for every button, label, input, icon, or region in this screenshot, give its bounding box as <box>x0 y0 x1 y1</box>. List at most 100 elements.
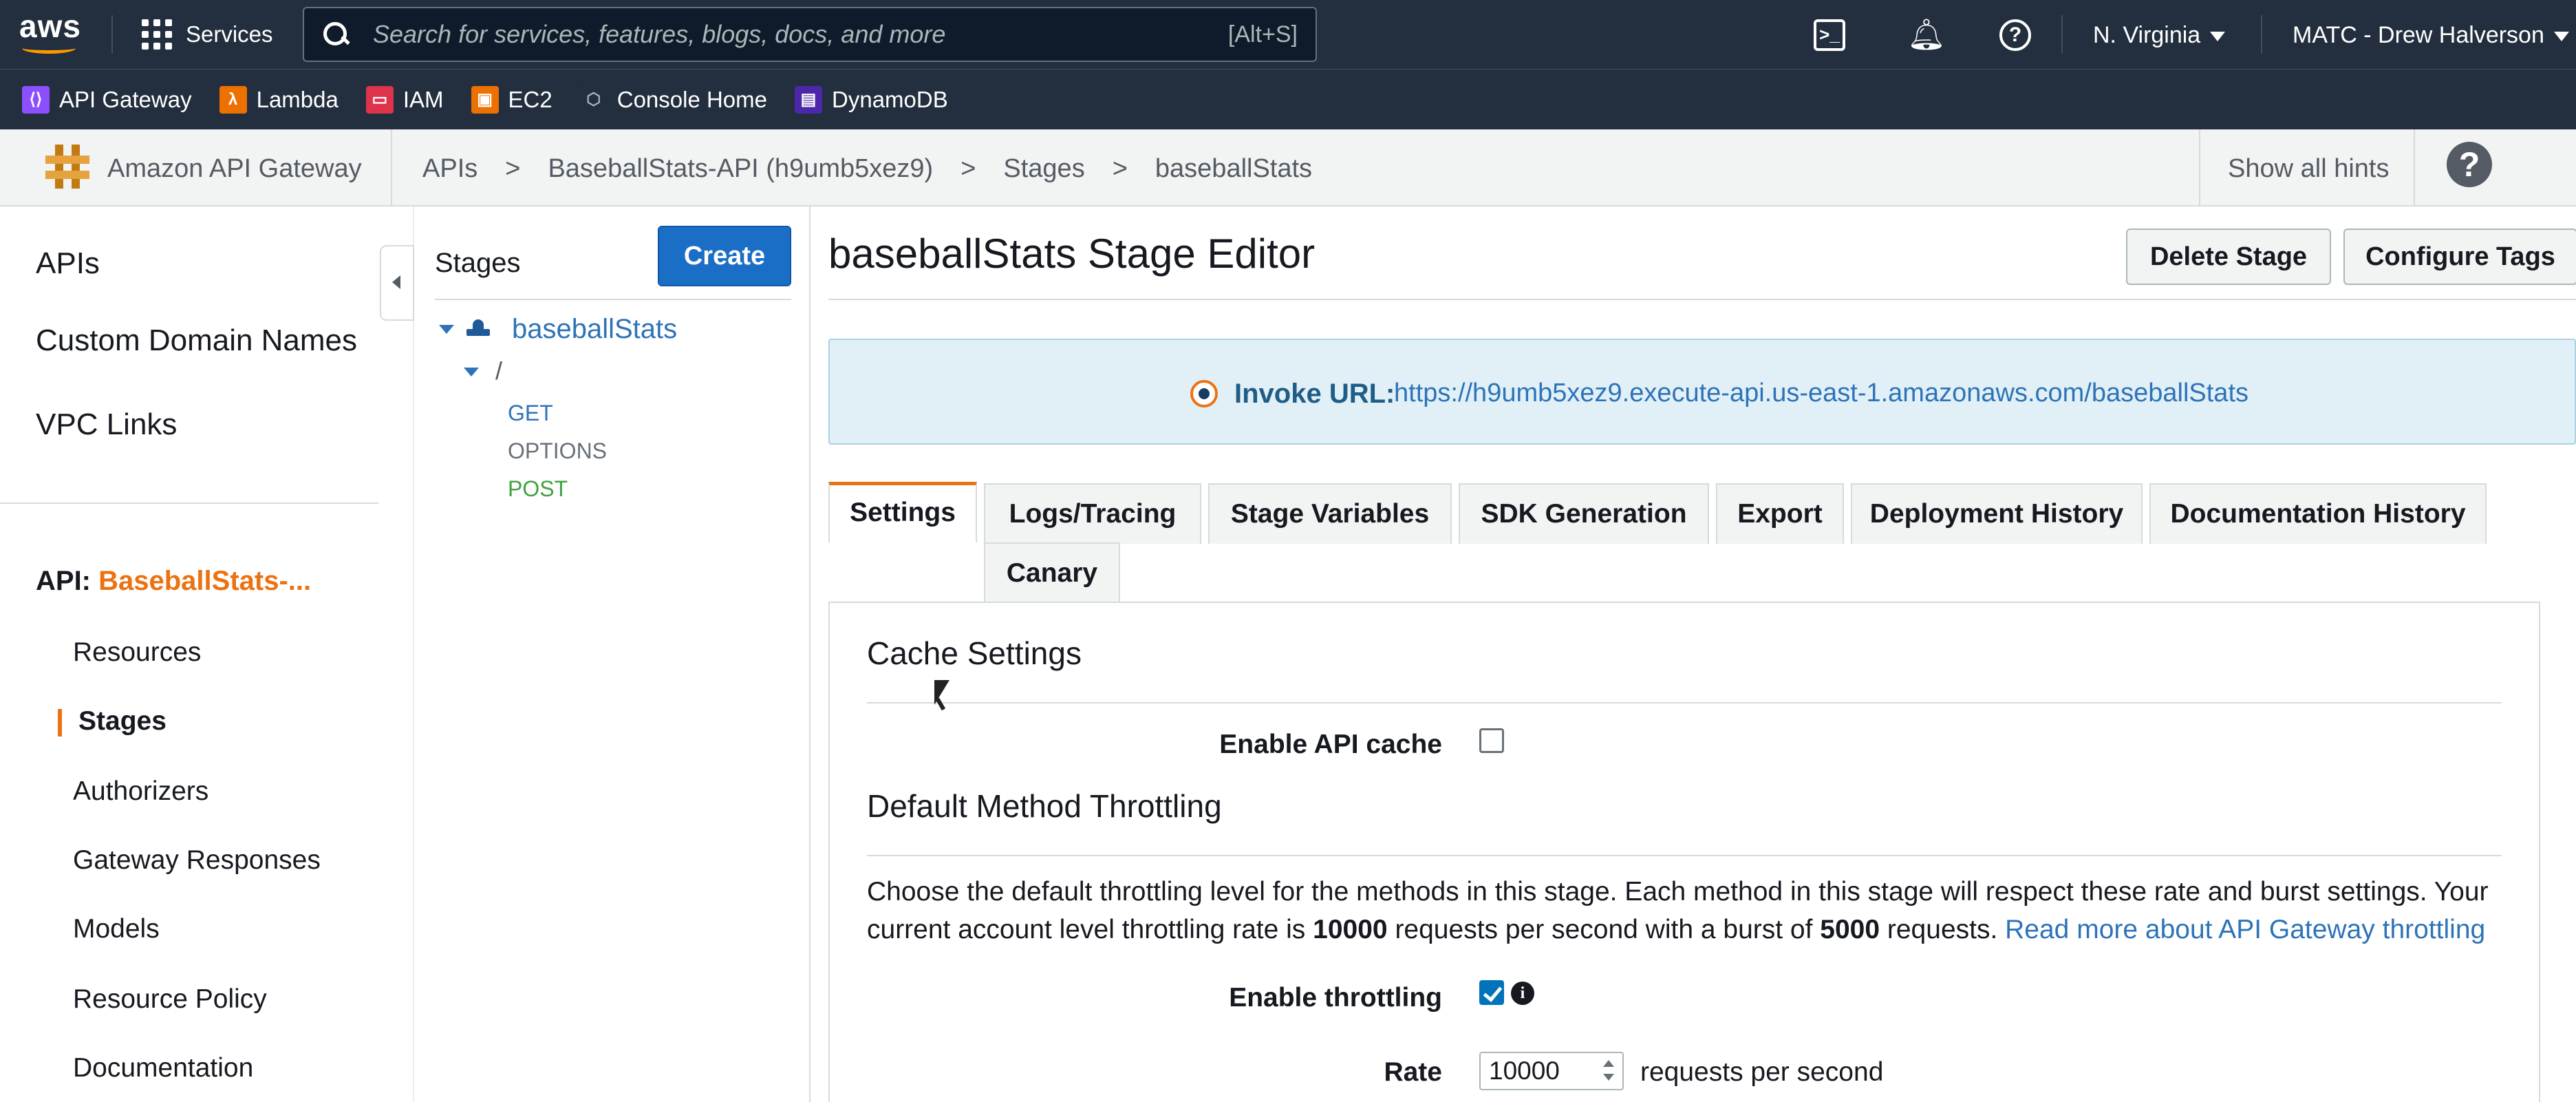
create-stage-button[interactable]: Create <box>658 226 791 286</box>
account-menu[interactable]: MATC - Drew Halverson <box>2293 19 2569 51</box>
tree-method-get[interactable]: GET <box>508 401 553 426</box>
tab-deployment-history[interactable]: Deployment History <box>1851 483 2143 544</box>
current-api-label: API: BaseballStats-... <box>36 566 312 596</box>
stages-title: Stages <box>435 248 521 278</box>
info-icon[interactable]: i <box>1511 982 1534 1005</box>
tree-divider <box>435 299 791 300</box>
help-icon[interactable]: ? <box>1999 19 2031 51</box>
region-label: N. Virginia <box>2093 22 2201 48</box>
top-navigation: aws Services Search for services, featur… <box>0 0 2576 69</box>
tab-sdk-generation[interactable]: SDK Generation <box>1459 483 1709 544</box>
header-divider <box>2414 129 2415 205</box>
service-header: Amazon API Gateway APIs > BaseballStats-… <box>0 129 2576 206</box>
nav-apis[interactable]: APIs <box>36 246 100 281</box>
breadcrumb-current-stage: baseballStats <box>1155 154 1313 183</box>
show-all-hints-button[interactable]: Show all hints <box>2228 154 2389 184</box>
left-navigation: APIs Custom Domain Names VPC Links API: … <box>0 206 414 1102</box>
breadcrumb-separator: > <box>960 154 976 183</box>
configure-tags-button[interactable]: Configure Tags <box>2343 229 2576 285</box>
tab-canary[interactable]: Canary <box>984 542 1120 603</box>
account-label: MATC - Drew Halverson <box>2293 22 2544 48</box>
title-divider <box>828 299 2576 300</box>
tree-method-post[interactable]: POST <box>508 476 568 502</box>
account-burst-value: 5000 <box>1820 915 1880 944</box>
default-throttling-title: Default Method Throttling <box>867 788 1222 824</box>
favorite-dynamodb[interactable]: ▤ DynamoDB <box>795 85 948 114</box>
api-gateway-logo-icon <box>45 145 89 189</box>
cache-settings-title: Cache Settings <box>867 635 1082 671</box>
chevron-down-icon <box>2210 32 2226 42</box>
nav-divider <box>2261 15 2262 54</box>
dynamodb-icon: ▤ <box>795 85 823 114</box>
active-indicator <box>58 709 62 737</box>
breadcrumb-separator: > <box>505 154 521 183</box>
enable-throttling-label: Enable throttling <box>1229 983 1442 1013</box>
nav-models[interactable]: Models <box>73 914 160 944</box>
tab-stage-variables[interactable]: Stage Variables <box>1208 483 1452 544</box>
nav-divider <box>2061 15 2063 54</box>
nav-custom-domain-names[interactable]: Custom Domain Names <box>36 324 357 358</box>
settings-panel: Cache Settings Enable API cache Default … <box>828 602 2540 1102</box>
nav-documentation[interactable]: Documentation <box>73 1053 253 1083</box>
account-rate-value: 10000 <box>1313 915 1388 944</box>
tab-settings[interactable]: Settings <box>828 482 977 542</box>
collapse-panel-button[interactable] <box>380 245 414 321</box>
nav-vpc-links[interactable]: VPC Links <box>36 407 177 442</box>
favorite-lambda[interactable]: λ Lambda <box>219 85 339 114</box>
breadcrumb-apis[interactable]: APIs <box>422 154 477 184</box>
nav-divider <box>111 15 113 54</box>
breadcrumb-stages[interactable]: Stages <box>1003 154 1084 184</box>
cloudshell-icon[interactable]: >_ <box>1814 19 1845 51</box>
mouse-cursor-icon <box>934 680 949 705</box>
rate-label: Rate <box>1384 1057 1442 1087</box>
tree-method-options[interactable]: OPTIONS <box>508 438 607 464</box>
help-question-icon[interactable]: ? <box>2447 142 2492 187</box>
favorite-console-home[interactable]: ⬡ Console Home <box>579 85 767 114</box>
stepper-arrows-icon[interactable] <box>1600 1057 1617 1086</box>
tree-stage-baseballstats[interactable]: baseballStats <box>512 314 677 345</box>
nav-gateway-responses[interactable]: Gateway Responses <box>73 845 321 876</box>
services-grid-icon <box>142 19 172 50</box>
search-icon <box>322 21 350 48</box>
enable-api-cache-checkbox[interactable] <box>1479 728 1504 753</box>
nav-resources[interactable]: Resources <box>73 637 201 668</box>
header-divider <box>391 129 392 205</box>
tab-documentation-history[interactable]: Documentation History <box>2149 483 2487 544</box>
lambda-icon: λ <box>219 85 247 114</box>
service-name[interactable]: Amazon API Gateway <box>107 154 362 184</box>
expand-stage-icon[interactable] <box>439 325 454 334</box>
throttling-description: Choose the default throttling level for … <box>867 877 2489 944</box>
region-selector[interactable]: N. Virginia <box>2093 19 2226 51</box>
delete-stage-button[interactable]: Delete Stage <box>2126 229 2331 285</box>
breadcrumb-api[interactable]: BaseballStats-API (h9umb5xez9) <box>548 154 933 184</box>
console-home-icon: ⬡ <box>579 85 608 114</box>
tab-logs-tracing[interactable]: Logs/Tracing <box>984 483 1201 544</box>
nav-stages[interactable]: Stages <box>78 706 167 737</box>
iam-icon: ▭ <box>365 85 394 114</box>
tree-root-resource[interactable]: / <box>495 357 502 385</box>
ec2-icon: ▣ <box>471 85 499 114</box>
aws-logo[interactable]: aws <box>19 10 81 56</box>
enable-api-cache-label: Enable API cache <box>1219 730 1442 759</box>
stages-tree-panel: Stages Create baseballStats / GET OPTION… <box>416 206 811 1102</box>
expand-root-icon[interactable] <box>464 368 479 377</box>
throttling-docs-link[interactable]: Read more about API Gateway throttling <box>2005 915 2485 944</box>
nav-authorizers[interactable]: Authorizers <box>73 776 208 807</box>
favorite-iam[interactable]: ▭ IAM <box>365 85 444 114</box>
favorite-ec2[interactable]: ▣ EC2 <box>471 85 552 114</box>
favorite-api-gateway[interactable]: ⟨⟩ API Gateway <box>22 85 192 114</box>
tab-export[interactable]: Export <box>1716 483 1844 544</box>
rate-unit-label: requests per second <box>1640 1057 1884 1087</box>
services-menu-button[interactable]: Services <box>142 18 273 51</box>
nav-resource-policy[interactable]: Resource Policy <box>73 984 267 1015</box>
invoke-url-link[interactable]: https://h9umb5xez9.execute-api.us-east-1… <box>1394 379 2248 408</box>
status-dot-icon <box>1190 380 1218 407</box>
invoke-url-banner: Invoke URL: https://h9umb5xez9.execute-a… <box>828 339 2576 445</box>
current-api-name[interactable]: BaseballStats-... <box>98 566 311 596</box>
enable-throttling-checkbox[interactable] <box>1479 980 1504 1005</box>
rate-input[interactable]: 10000 <box>1479 1052 1624 1090</box>
notifications-bell-icon[interactable]: 🔔︎ <box>1907 19 1946 51</box>
global-search-input[interactable]: Search for services, features, blogs, do… <box>303 7 1317 62</box>
search-placeholder: Search for services, features, blogs, do… <box>373 20 946 48</box>
api-gateway-icon: ⟨⟩ <box>22 85 50 114</box>
